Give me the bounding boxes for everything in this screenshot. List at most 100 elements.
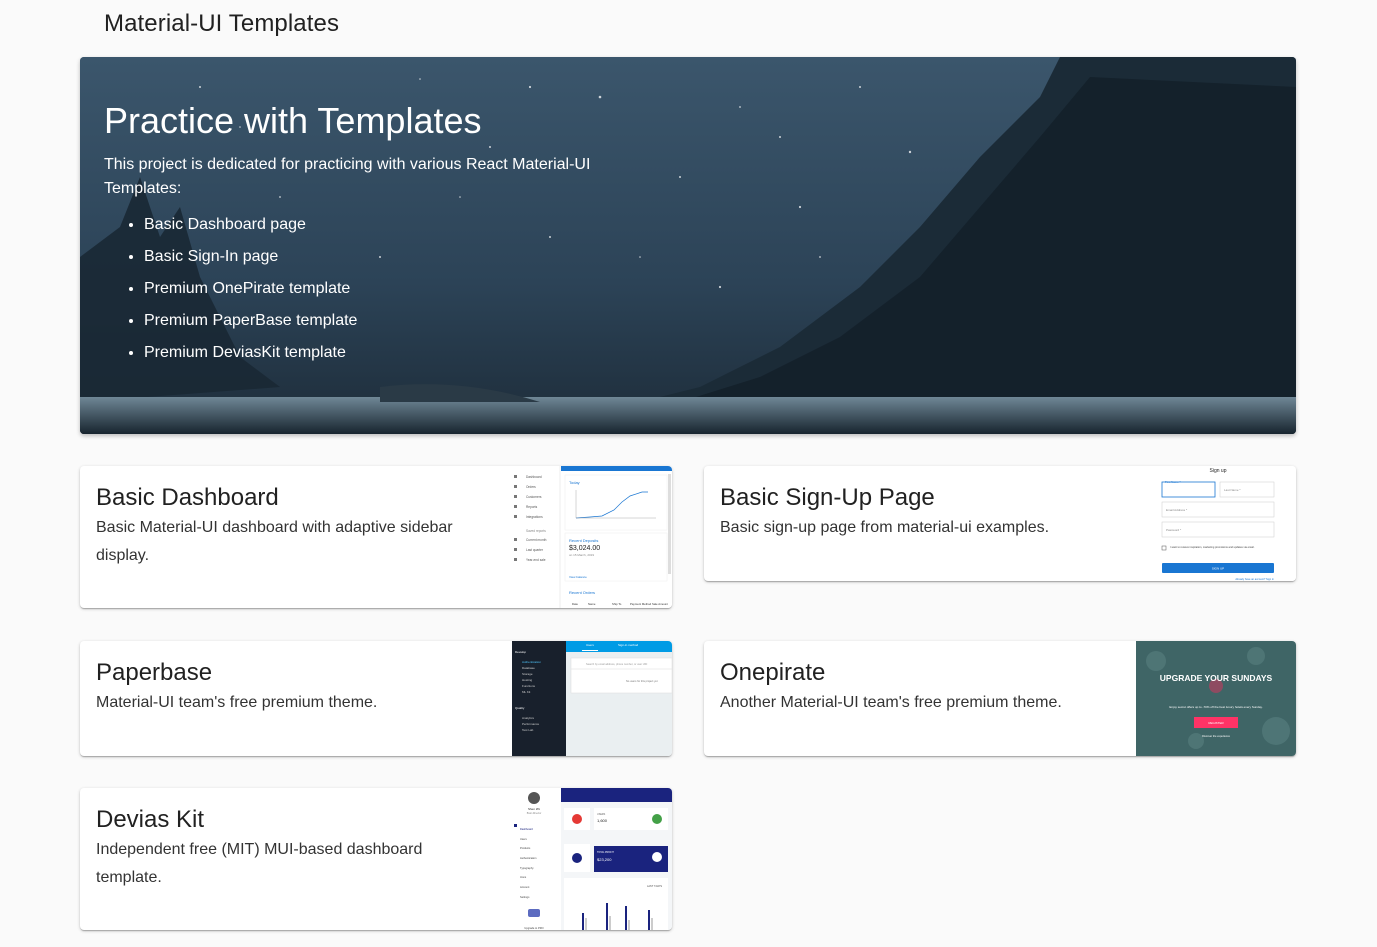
onepirate-thumbnail: UPGRADE YOUR SUNDAYS Enjoy secret offers… xyxy=(1136,641,1296,756)
card-description: Material-UI team's free premium theme. xyxy=(96,694,378,711)
thumb-order-col: Name xyxy=(588,602,596,606)
thumb-paperbase-section: Develop xyxy=(515,650,526,654)
thumb-paperbase-tab: Sign-in method xyxy=(618,643,639,647)
thumb-signup-button: SIGN UP xyxy=(1212,567,1224,571)
thumb-onepirate-footer: Discover the experience xyxy=(1202,734,1230,738)
thumb-saved-item: Year-end sale xyxy=(526,558,546,562)
thumb-devias-nav: Icons xyxy=(520,875,527,879)
template-card-onepirate[interactable]: Onepirate Another Material-UI team's fre… xyxy=(704,641,1296,756)
thumb-paperbase-search: Search by email address, phone number, o… xyxy=(586,662,647,666)
thumb-paperbase-item: ML Kit xyxy=(522,690,531,694)
devias-thumbnail: Shen Zhi Brain Director Dashboard Users … xyxy=(512,788,672,930)
thumb-checkbox-label: I want to receive inspiration, marketing… xyxy=(1170,545,1255,549)
thumb-chart-title: Today xyxy=(569,480,580,485)
thumb-onepirate-headline: UPGRADE YOUR SUNDAYS xyxy=(1160,673,1273,683)
thumb-devias-nav: Account xyxy=(520,885,530,889)
card-description: Independent free (MIT) MUI-based dashboa… xyxy=(96,841,423,886)
thumb-devias-avatar xyxy=(528,792,540,804)
card-content: Basic Dashboard Basic Material-UI dashbo… xyxy=(96,482,476,570)
thumb-devias-stat-value: $23,200 xyxy=(597,857,612,862)
thumb-paperbase-sidebar xyxy=(512,641,566,756)
thumb-deposits-date: on 15 March, 2019 xyxy=(569,553,594,557)
template-card-paperbase[interactable]: Paperbase Material-UI team's free premiu… xyxy=(80,641,672,756)
hero-feature-item: Premium PaperBase template xyxy=(144,305,624,337)
thumb-view-balance: View balance xyxy=(569,575,587,579)
card-title: Devias Kit xyxy=(96,806,205,833)
thumb-devias-nav: Typography xyxy=(520,866,534,870)
thumb-paperbase-item: Storage xyxy=(522,672,533,676)
thumb-saved-item: Last quarter xyxy=(526,548,544,552)
thumb-orders-title: Recent Orders xyxy=(569,590,595,595)
thumb-onepirate-sub: Enjoy secret offers up to -70% off the b… xyxy=(1169,705,1262,709)
app-title: Material-UI Templates xyxy=(104,10,340,37)
thumb-order-col: Sale Amount xyxy=(652,602,668,606)
card-description: Basic sign-up page from material-ui exam… xyxy=(720,519,1050,536)
thumb-nav-item: Reports xyxy=(526,505,538,509)
thumb-nav-item: Dashboard xyxy=(526,475,542,479)
card-content: Devias Kit Independent free (MIT) MUI-ba… xyxy=(96,804,476,892)
hero-feature-item: Premium DeviasKit template xyxy=(144,337,624,369)
thumb-paperbase-tab: Users xyxy=(586,643,594,647)
thumb-onepirate-button: REGISTER xyxy=(1208,721,1224,725)
hero-banner: Practice with Templates This project is … xyxy=(80,57,1296,434)
thumb-appbar xyxy=(561,466,672,471)
thumb-devias-stat-value: 1,600 xyxy=(597,818,608,823)
card-description: Another Material-UI team's free premium … xyxy=(720,694,1062,711)
thumb-password: Password * xyxy=(1166,528,1182,532)
hero-description: This project is dedicated for practicing… xyxy=(104,155,591,197)
card-title: Basic Dashboard xyxy=(96,484,279,511)
hero-feature-item: Basic Sign-In page xyxy=(144,241,624,273)
card-content: Onepirate Another Material-UI team's fre… xyxy=(720,657,1120,717)
thumb-paperbase-empty: No users for this project yet xyxy=(626,679,658,683)
thumb-paperbase-section: Quality xyxy=(515,706,525,710)
thumb-paperbase-item: Authentication xyxy=(522,660,541,664)
thumb-last-name: Last Name * xyxy=(1224,488,1241,492)
thumb-devias-nav: Dashboard xyxy=(520,827,533,831)
thumb-paperbase-item: Functions xyxy=(522,684,536,688)
thumb-signin-link: Already have an account? Sign in xyxy=(1235,577,1274,581)
thumb-order-col: Payment Method xyxy=(630,602,652,606)
thumb-paperbase-item: Analytics xyxy=(522,716,535,720)
thumb-first-name: First Name * xyxy=(1165,480,1181,484)
thumb-paperbase-item: Performance xyxy=(522,722,540,726)
template-card-signup[interactable]: Basic Sign-Up Page Basic sign-up page fr… xyxy=(704,466,1296,581)
card-description: Basic Material-UI dashboard with adaptiv… xyxy=(96,519,453,564)
thumb-nav-item: Customers xyxy=(526,495,542,499)
thumb-devias-stat-label: TOTAL PROFIT xyxy=(597,851,614,854)
thumb-nav-item: Orders xyxy=(526,485,536,489)
hero-title: Practice with Templates xyxy=(104,100,482,141)
thumb-devias-nav: Settings xyxy=(520,895,530,899)
paperbase-thumbnail: Users Sign-in method Develop Authenticat… xyxy=(512,641,672,756)
thumb-paperbase-item: Database xyxy=(522,666,535,670)
thumb-order-col: Date xyxy=(572,602,578,606)
hero-feature-list: Basic Dashboard page Basic Sign-In page … xyxy=(104,209,624,369)
thumb-email: Email Address * xyxy=(1166,508,1188,512)
thumb-devias-nav: Products xyxy=(520,846,531,850)
thumb-devias-upgrade: Upgrade to PRO xyxy=(524,926,543,930)
card-title: Basic Sign-Up Page xyxy=(720,484,935,511)
template-card-devias-kit[interactable]: Devias Kit Independent free (MIT) MUI-ba… xyxy=(80,788,672,930)
thumb-devias-last7: LAST 7 DAYS xyxy=(647,885,662,888)
thumb-signup-title: Sign up xyxy=(1210,468,1227,474)
card-content: Basic Sign-Up Page Basic sign-up page fr… xyxy=(720,482,1120,542)
thumb-devias-role: Brain Director xyxy=(527,812,542,815)
thumb-saved-item: Current month xyxy=(526,538,547,542)
thumb-devias-nav: Authentication xyxy=(520,856,537,860)
dashboard-thumbnail: Dashboard Orders Customers Reports Integ… xyxy=(502,466,672,608)
thumb-devias-user: Shen Zhi xyxy=(528,807,540,811)
card-content: Paperbase Material-UI team's free premiu… xyxy=(96,657,496,717)
card-title: Paperbase xyxy=(96,659,213,686)
thumb-paperbase-item: Test Lab xyxy=(522,728,534,732)
hero-feature-item: Premium OnePirate template xyxy=(144,273,624,305)
thumb-devias-stat-label: USERS xyxy=(597,813,606,816)
thumb-nav-item: Integrations xyxy=(526,515,543,519)
signup-thumbnail: Sign up First Name * Last Name * Email A… xyxy=(1136,466,1296,581)
thumb-order-col: Ship To xyxy=(612,602,622,606)
template-card-basic-dashboard[interactable]: Basic Dashboard Basic Material-UI dashbo… xyxy=(80,466,672,608)
hero-content: Practice with Templates This project is … xyxy=(104,101,624,369)
thumb-deposits-title: Recent Deposits xyxy=(569,538,598,543)
thumb-devias-nav: Users xyxy=(520,837,527,841)
thumb-paperbase-item: Hosting xyxy=(522,678,533,682)
thumb-saved-header: Saved reports xyxy=(526,529,546,533)
card-title: Onepirate xyxy=(720,659,826,686)
